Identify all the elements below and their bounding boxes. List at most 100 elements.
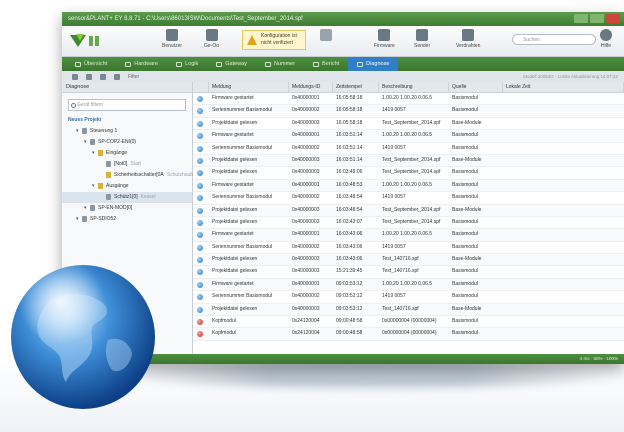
cell-beschreibung: 1.00.20 1.00.20 0.06.5 bbox=[382, 280, 433, 287]
ribbon-sender-button[interactable]: Sender bbox=[414, 29, 430, 49]
device-filter-input[interactable]: Gerät filtern bbox=[68, 99, 186, 111]
col-quelle[interactable]: Quelle bbox=[449, 82, 503, 92]
cell-id: 0x24120004 bbox=[292, 318, 320, 325]
tree-item[interactable]: Schütz1[0] Kessel bbox=[62, 192, 192, 203]
title-bar: sensor&PLANT+ EY 8.8.71 - C:\Users\86013… bbox=[62, 12, 624, 26]
status-cell bbox=[193, 143, 209, 154]
tab-logic[interactable]: Logik bbox=[167, 57, 207, 71]
cell-meldung: Kopfmodul bbox=[212, 318, 236, 325]
tab-number[interactable]: Nummer bbox=[256, 57, 304, 71]
cell-meldung: Projektdatei gelesen bbox=[212, 268, 258, 275]
col-lokale-zeit[interactable]: Lokale Zeit bbox=[503, 82, 624, 92]
cell-meldung: Firmware gestartet bbox=[212, 181, 254, 188]
tab-gateway[interactable]: Gateway bbox=[207, 57, 256, 71]
tree-item-label: Ausgänge bbox=[106, 183, 129, 189]
search-input[interactable]: Suchen bbox=[512, 34, 596, 45]
tree-item[interactable]: ▾ Steuerung 1 bbox=[62, 126, 192, 137]
filter-label[interactable]: Filter bbox=[128, 74, 139, 80]
info-status-icon bbox=[197, 157, 203, 164]
col-zeitstempel[interactable]: Zeitstempel bbox=[333, 82, 379, 92]
table-row[interactable]: Kopfmodul 0x24120004 09:00:48:58 0x00000004… bbox=[193, 328, 624, 341]
table-row[interactable]: Projektdatei gelesen 0x40000003 15:21:39:4… bbox=[193, 266, 624, 279]
tree-item[interactable]: ▾ SP-EN-MOD[0] bbox=[62, 203, 192, 214]
tab-hardware[interactable]: Hardware bbox=[116, 57, 167, 71]
table-row[interactable]: Seriennummer Basismodul 0x40000002 16:03:4… bbox=[193, 242, 624, 255]
module-icon bbox=[106, 193, 111, 200]
tree-item[interactable]: ▾ SP-SDIO52 bbox=[62, 214, 192, 225]
cell-zeit: 16:05:58:18 bbox=[336, 119, 363, 126]
table-row[interactable]: Projektdatei gelesen 0x40000003 16:03:43:0… bbox=[193, 217, 624, 230]
col-status[interactable] bbox=[193, 82, 209, 92]
report-icon bbox=[313, 61, 320, 67]
table-row[interactable]: Firmware gestartet 0x40000001 09:03:53:12 1… bbox=[193, 278, 624, 292]
info-status-icon bbox=[197, 219, 203, 226]
table-row[interactable]: Projektdatei gelesen 0x40000003 16:05:58:1… bbox=[193, 118, 624, 131]
table-row[interactable]: Seriennummer Basismodul 0x40000002 09:03:5… bbox=[193, 291, 624, 304]
tab-diagnose[interactable]: Diagnose bbox=[348, 57, 399, 71]
cell-lokale-zeit bbox=[503, 217, 624, 228]
status-cell bbox=[193, 180, 209, 191]
cell-quelle: Basismodul bbox=[452, 330, 478, 337]
toolbar-info: Modell 10053G · Letzte Aktualisierung 14… bbox=[523, 74, 618, 79]
table-row[interactable]: Kopfmodul 0x24120004 09:00:48:58 0x00000004… bbox=[193, 316, 624, 329]
table-row[interactable]: Firmware gestartet 0x40000001 16:05:58:18 1… bbox=[193, 93, 624, 106]
table-row[interactable]: Seriennummer Basismodul 0x40000002 16:03:5… bbox=[193, 143, 624, 155]
col-meldungs-id[interactable]: Meldungs-ID bbox=[289, 82, 333, 92]
close-button[interactable] bbox=[606, 14, 620, 23]
table-row[interactable]: Seriennummer Basismodul 0x40000002 16:03:4… bbox=[193, 192, 624, 205]
refresh-icon[interactable] bbox=[72, 74, 78, 80]
table-row[interactable]: Projektdatei gelesen 0x40000003 16:03:43:0… bbox=[193, 254, 624, 267]
cell-quelle: Basismodul bbox=[452, 181, 478, 188]
tree-item[interactable]: Sicherheitsschalter[0A Schutzhaube bbox=[62, 170, 196, 181]
ribbon-firmware-button[interactable]: Firmware bbox=[374, 29, 395, 49]
cell-id: 0x40000001 bbox=[292, 231, 320, 238]
table-row[interactable]: Projektdatei gelesen 0x40000003 16:03:49:0… bbox=[193, 167, 624, 180]
table-row[interactable]: Projektdatei gelesen 0x40000003 16:03:48:5… bbox=[193, 204, 624, 217]
col-meldung[interactable]: Meldung bbox=[209, 82, 289, 92]
cell-zeit: 16:03:43:06 bbox=[336, 243, 363, 250]
firmware-icon bbox=[378, 29, 391, 41]
table-row[interactable]: Seriennummer Basismodul 0x40000002 16:05:5… bbox=[193, 105, 624, 118]
tree-item[interactable]: ▾ Ausgänge bbox=[62, 181, 192, 192]
cell-quelle: Base-Module bbox=[452, 119, 482, 126]
cell-beschreibung: 1.00.20 1.00.20 0.06.5 bbox=[382, 95, 433, 101]
table-row[interactable]: Firmware gestartet 0x40000001 16:03:43:06 1… bbox=[193, 229, 624, 242]
cell-id: 0x24120004 bbox=[292, 330, 320, 337]
tree-item[interactable]: ▾ Eingänge bbox=[62, 148, 192, 159]
table-row[interactable]: Projektdatei gelesen 0x40000003 09:03:53:1… bbox=[193, 303, 624, 317]
tree-item[interactable]: Neues Projekt bbox=[62, 115, 192, 126]
tab-report[interactable]: Bericht bbox=[304, 57, 348, 71]
info-status-icon bbox=[197, 182, 203, 189]
cell-lokale-zeit bbox=[503, 143, 624, 154]
clear-icon[interactable] bbox=[86, 74, 92, 80]
cell-meldung: Seriennummer Basismodul bbox=[212, 243, 273, 250]
save-icon[interactable] bbox=[100, 74, 106, 80]
table-row[interactable]: Firmware gestartet 0x40000001 16:03:51:14 1… bbox=[193, 130, 624, 143]
filter-icon[interactable] bbox=[114, 74, 120, 80]
network-icon bbox=[320, 29, 332, 41]
cell-zeit: 16:03:43:06 bbox=[336, 256, 363, 263]
tree-item-label: [Not0] bbox=[114, 161, 128, 167]
cell-zeit: 16:03:48:54 bbox=[336, 206, 363, 213]
cell-meldung: Kopfmodul bbox=[212, 330, 236, 337]
ribbon-wiring-button[interactable]: Verdrahten bbox=[456, 29, 480, 49]
ribbon-device-button[interactable]: Ge-Oo bbox=[204, 29, 219, 49]
tree-item[interactable]: ▾ SP-COP2-ENI(0) bbox=[62, 137, 192, 148]
maximize-button[interactable] bbox=[590, 14, 604, 23]
col-beschreibung[interactable]: Beschreibung bbox=[379, 82, 449, 92]
minimize-button[interactable] bbox=[574, 14, 588, 23]
diagnose-icon bbox=[357, 61, 364, 67]
cell-quelle: Basismodul bbox=[452, 132, 478, 139]
ribbon-help-button[interactable]: Hilfe bbox=[600, 29, 612, 49]
tab-overview[interactable]: Übersicht bbox=[66, 57, 116, 71]
ribbon-user-button[interactable]: Benutzer bbox=[162, 29, 182, 49]
cell-lokale-zeit bbox=[503, 93, 624, 104]
table-row[interactable]: Projektdatei gelesen 0x40000003 16:03:51:1… bbox=[193, 154, 624, 168]
ribbon-status-button[interactable] bbox=[320, 29, 332, 43]
cell-beschreibung: Test_September_2014.spf bbox=[382, 218, 441, 225]
cell-zeit: 09:03:53:12 bbox=[336, 293, 363, 300]
info-status-icon bbox=[197, 170, 203, 177]
diagnose-table: Meldung Meldungs-ID Zeitstempel Beschrei… bbox=[193, 82, 624, 354]
tree-item[interactable]: [Not0] Start bbox=[62, 159, 192, 170]
table-row[interactable]: Firmware gestartet 0x40000001 16:03:48:53 1… bbox=[193, 179, 624, 193]
